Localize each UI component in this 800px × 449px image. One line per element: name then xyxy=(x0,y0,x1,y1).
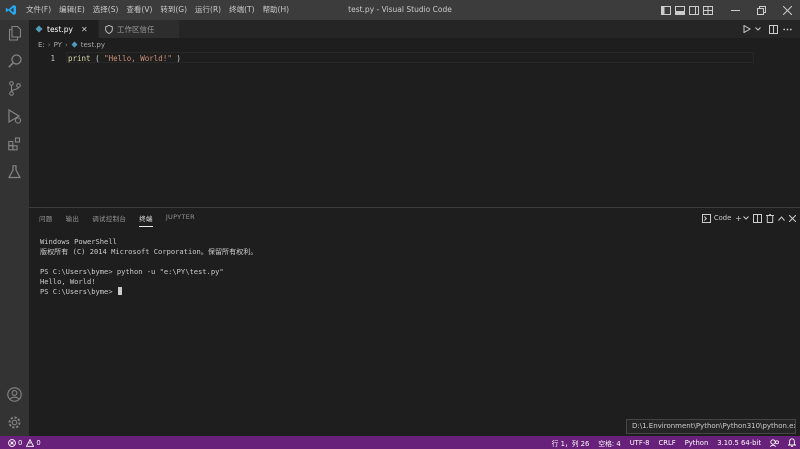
indentation[interactable]: 空格: 4 xyxy=(598,438,620,448)
close-panel-icon[interactable] xyxy=(789,211,796,225)
testing-flask-icon[interactable] xyxy=(0,159,29,185)
account-icon[interactable] xyxy=(0,381,29,407)
terminal-line: PS C:\Users\byme> python -u "e:\PY\test.… xyxy=(40,267,224,276)
terminal-profile-label: Code xyxy=(713,214,732,222)
line-ending[interactable]: CRLF xyxy=(659,439,676,447)
python-interpreter[interactable]: 3.10.5 64-bit xyxy=(717,439,761,447)
close-tab-icon[interactable]: ✕ xyxy=(81,25,88,34)
code-editor[interactable]: 1 print ( "Hello, World!" ) xyxy=(29,51,800,207)
more-actions-icon[interactable] xyxy=(780,20,794,38)
menu-bar: 文件(F) 编辑(E) 选择(S) 查看(V) 转到(G) 运行(R) 终端(T… xyxy=(22,0,293,20)
tab-terminal[interactable]: 终端 xyxy=(139,213,153,227)
split-terminal-icon[interactable] xyxy=(753,211,762,225)
status-bar-right: 行 1，列 26 空格: 4 UTF-8 CRLF Python 3.10.5 … xyxy=(543,436,796,449)
trash-icon[interactable] xyxy=(766,211,774,225)
tab-output[interactable]: 输出 xyxy=(66,213,80,227)
warning-count: 0 xyxy=(36,438,41,447)
problems-status[interactable]: 0 0 xyxy=(0,436,43,449)
code-token-paren-close: ) xyxy=(171,54,181,63)
source-control-icon[interactable] xyxy=(0,75,29,101)
terminal-line: Hello, World! xyxy=(40,277,96,286)
menu-run[interactable]: 运行(R) xyxy=(191,0,225,20)
tab-label: test.py xyxy=(47,24,73,34)
python-file-icon xyxy=(71,41,78,48)
code-token-paren-open: ( xyxy=(90,54,105,63)
chevron-right-icon: › xyxy=(47,40,51,49)
customize-layout-icon[interactable] xyxy=(702,0,714,20)
breadcrumb: E: › PY › test.py xyxy=(29,38,800,51)
code-token-function: print xyxy=(68,54,91,63)
settings-gear-icon[interactable] xyxy=(0,409,29,435)
terminal-prompt: PS C:\Users\byme> xyxy=(40,287,117,296)
close-window-icon[interactable] xyxy=(774,0,800,20)
code-line[interactable]: print ( "Hello, World!" ) xyxy=(68,54,181,63)
chevron-up-icon[interactable] xyxy=(778,211,785,225)
menu-selection[interactable]: 选择(S) xyxy=(89,0,123,20)
menu-edit[interactable]: 编辑(E) xyxy=(55,0,89,20)
shield-icon xyxy=(105,24,113,34)
interpreter-path-tooltip: D:\1.Environment\Python\Python310\python… xyxy=(626,419,796,434)
run-debug-icon[interactable] xyxy=(0,103,29,129)
toggle-panel-icon[interactable] xyxy=(674,0,686,20)
feedback-icon[interactable] xyxy=(770,438,779,447)
bottom-panel: 问题 输出 调试控制台 终端 JUPYTER Code + Windows Po… xyxy=(29,207,800,436)
extensions-icon[interactable] xyxy=(0,131,29,157)
terminal-profile-button[interactable]: Code xyxy=(701,211,732,225)
title-bar: 文件(F) 编辑(E) 选择(S) 查看(V) 转到(G) 运行(R) 终端(T… xyxy=(0,0,800,20)
vscode-logo-icon xyxy=(0,0,22,20)
tab-debug-console[interactable]: 调试控制台 xyxy=(92,213,126,227)
panel-actions: Code + xyxy=(698,211,796,225)
menu-help[interactable]: 帮助(H) xyxy=(259,0,294,20)
python-file-icon xyxy=(35,25,43,33)
tab-test-py[interactable]: test.py ✕ xyxy=(29,20,98,38)
breadcrumb-file[interactable]: test.py xyxy=(81,41,105,49)
panel-tabs: 问题 输出 调试控制台 终端 JUPYTER xyxy=(39,213,208,227)
code-token-string: "Hello, World!" xyxy=(104,54,172,63)
tab-workspace-trust[interactable]: 工作区信任 xyxy=(99,20,179,38)
status-bar: 0 0 行 1，列 26 空格: 4 UTF-8 CRLF Python 3.1… xyxy=(0,436,800,449)
tab-label: 工作区信任 xyxy=(117,24,155,34)
title-controls xyxy=(660,0,800,20)
restore-icon[interactable] xyxy=(748,0,774,20)
new-terminal-icon[interactable]: + xyxy=(735,211,742,225)
notifications-bell-icon[interactable] xyxy=(788,438,796,447)
toggle-sidebar-icon[interactable] xyxy=(660,0,672,20)
line-number: 1 xyxy=(50,54,55,63)
menu-view[interactable]: 查看(V) xyxy=(122,0,156,20)
terminal-line: Windows PowerShell xyxy=(40,237,117,246)
run-dropdown-icon[interactable] xyxy=(754,20,762,38)
tab-jupyter[interactable]: JUPYTER xyxy=(166,213,195,227)
breadcrumb-folder[interactable]: PY xyxy=(54,41,62,49)
terminal-prompt-line: PS C:\Users\byme> xyxy=(40,287,258,297)
menu-go[interactable]: 转到(G) xyxy=(156,0,191,20)
menu-terminal[interactable]: 终端(T) xyxy=(225,0,258,20)
toggle-secondary-sidebar-icon[interactable] xyxy=(688,0,700,20)
chevron-down-icon[interactable] xyxy=(743,211,749,225)
error-count: 0 xyxy=(18,438,23,447)
tab-problems[interactable]: 问题 xyxy=(39,213,53,227)
run-python-file-icon[interactable] xyxy=(740,20,754,38)
terminal-cursor xyxy=(117,287,122,295)
editor-tabs: test.py ✕ 工作区信任 xyxy=(29,20,800,38)
terminal-line: 版权所有 (C) 2014 Microsoft Corporation。保留所有… xyxy=(40,247,258,256)
minimize-icon[interactable] xyxy=(722,0,748,20)
breadcrumb-drive[interactable]: E: xyxy=(38,41,45,49)
encoding[interactable]: UTF-8 xyxy=(630,439,650,447)
terminal-icon xyxy=(701,213,711,223)
language-mode[interactable]: Python xyxy=(685,439,709,447)
activity-bar xyxy=(0,20,29,436)
explorer-icon[interactable] xyxy=(0,20,29,46)
search-icon[interactable] xyxy=(0,48,29,74)
error-icon xyxy=(8,438,16,447)
cursor-position[interactable]: 行 1，列 26 xyxy=(552,438,590,448)
menu-file[interactable]: 文件(F) xyxy=(22,0,55,20)
terminal-output[interactable]: Windows PowerShell 版权所有 (C) 2014 Microso… xyxy=(40,237,258,297)
split-editor-icon[interactable] xyxy=(766,20,780,38)
editor-actions xyxy=(740,20,800,38)
warning-icon xyxy=(26,438,35,447)
chevron-right-icon: › xyxy=(64,40,68,49)
